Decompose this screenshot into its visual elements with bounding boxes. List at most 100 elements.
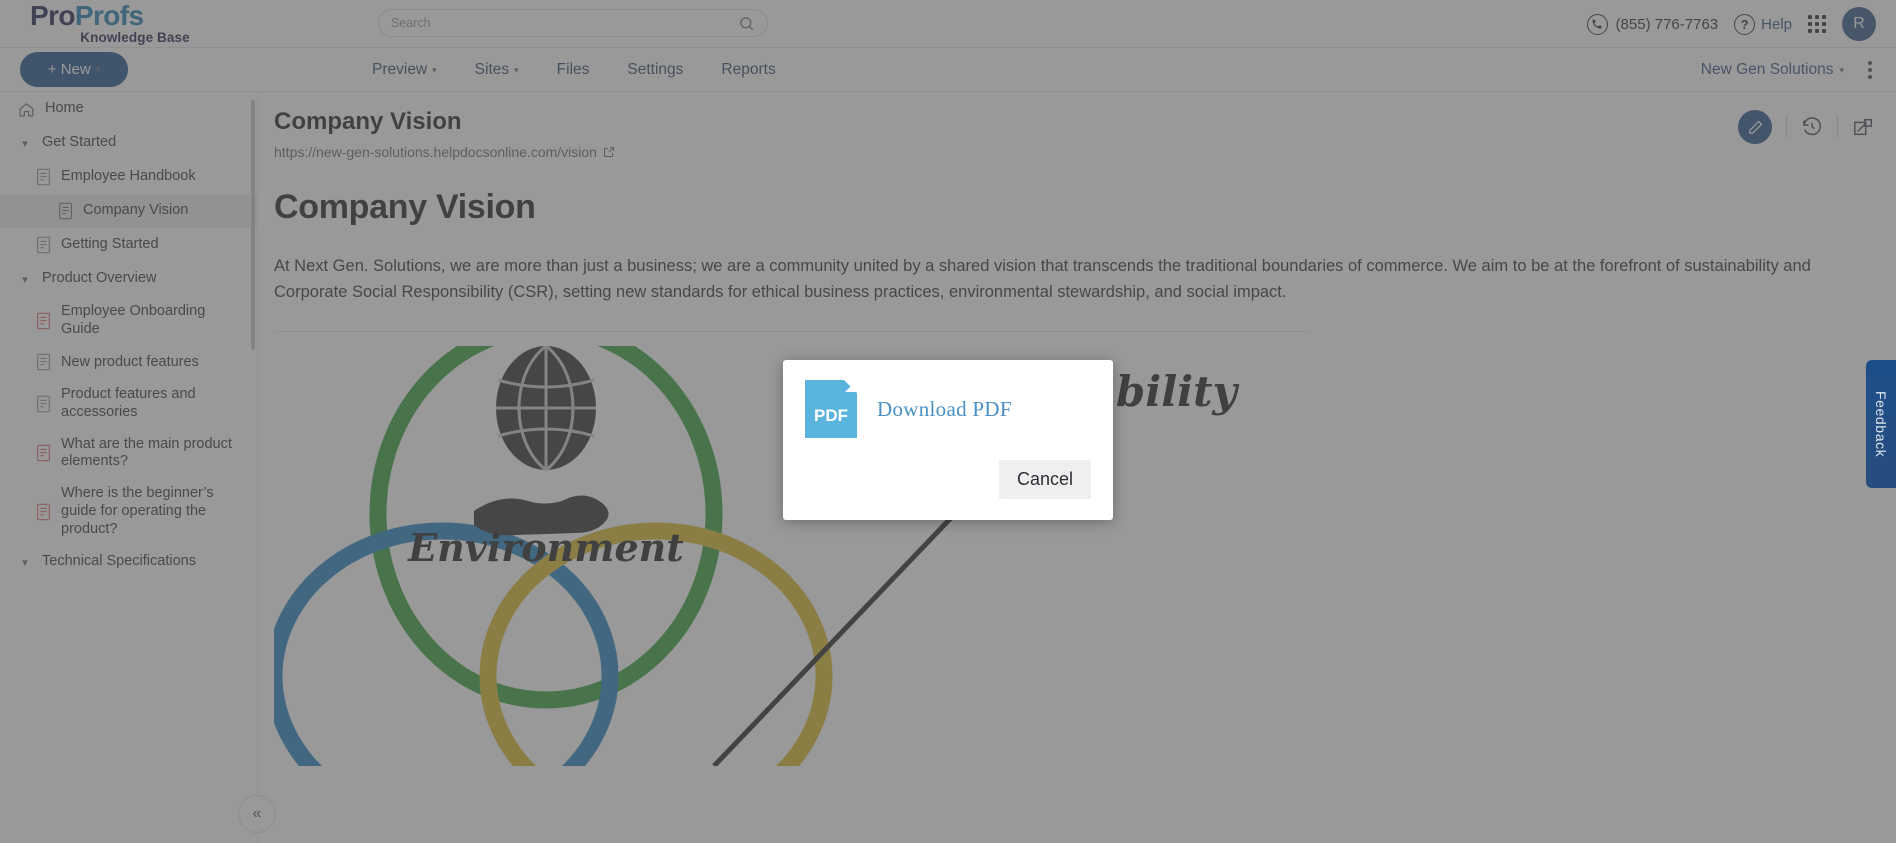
sidebar-item-what-are-the-main-product-elements[interactable]: What are the main product elements? (0, 429, 257, 478)
expand-view-button[interactable] (1852, 116, 1874, 138)
help-link[interactable]: ? Help (1734, 13, 1792, 35)
sidebar-item-get-started[interactable]: ▾ Get Started (0, 126, 257, 160)
nav-item-label: Reports (721, 61, 776, 78)
feedback-label: Feedback (1873, 390, 1889, 458)
apps-grid-icon[interactable] (1808, 15, 1826, 33)
download-pdf-link[interactable]: Download PDF (877, 397, 1012, 422)
site-selector-label: New Gen Solutions (1700, 61, 1834, 78)
sidebar-item-label: Employee Handbook (61, 168, 196, 185)
sidebar-item-employee-onboarding-guide[interactable]: Employee Onboarding Guide (0, 296, 257, 345)
environment-label: Environment (407, 525, 684, 570)
divider (274, 331, 1309, 333)
article-paragraph: At Next Gen. Solutions, we are more than… (274, 257, 1811, 302)
chevron-down-icon: ▾ (514, 64, 519, 75)
sidebar-item-employee-handbook[interactable]: Employee Handbook (0, 160, 257, 194)
doc-icon (36, 168, 51, 186)
phone-icon (1586, 13, 1608, 35)
doc-icon (36, 503, 51, 521)
sidebar-item-label: Company Vision (83, 202, 189, 219)
phone-glyph (1592, 19, 1602, 29)
navigation-bar: + New ▾ Preview ▾ Sites ▾ Files Settings (0, 48, 1896, 92)
sidebar-item-technical-specifications[interactable]: ▾ Technical Specifications (0, 545, 257, 579)
logo-word-pro: Pro (30, 0, 75, 32)
sidebar-item-getting-started[interactable]: Getting Started (0, 228, 257, 262)
open-in-new-icon (1854, 118, 1872, 136)
nav-item-label: Settings (627, 61, 684, 78)
nav-item-label: Files (556, 61, 590, 78)
cancel-button[interactable]: Cancel (998, 460, 1091, 499)
caret-down-icon: ▾ (22, 137, 28, 150)
doc-icon (36, 236, 51, 254)
divider (1837, 116, 1838, 138)
app-root: ProProfs Knowledge Base (855) 776 (0, 0, 1896, 843)
chevron-down-icon: ▾ (1839, 64, 1844, 75)
doc-icon (36, 353, 51, 371)
logo-wordmark: ProProfs (30, 2, 300, 30)
doc-icon (36, 312, 51, 330)
sidebar-item-where-is-the-beginners-guide[interactable]: Where is the beginner’s guide for operat… (0, 478, 257, 545)
chevron-down-icon: ▾ (95, 64, 101, 74)
logo-subtitle: Knowledge Base (80, 30, 190, 46)
help-icon: ? (1734, 13, 1756, 35)
nav-item-preview[interactable]: Preview ▾ (372, 61, 437, 79)
divider (1786, 116, 1787, 138)
phone-number: (855) 776-7763 (1615, 15, 1719, 33)
sidebar-item-home[interactable]: Home (0, 92, 257, 126)
doc-icon (36, 395, 51, 413)
sidebar-item-label: Home (45, 100, 84, 117)
top-bar-right-actions: (855) 776-7763 ? Help R (1586, 0, 1876, 48)
nav-item-sites[interactable]: Sites ▾ (475, 61, 519, 79)
dialog-footer: Cancel (805, 460, 1091, 499)
sidebar-item-label: Getting Started (61, 236, 159, 253)
sidebar-item-label: Technical Specifications (42, 553, 196, 570)
sidebar-collapse-button[interactable]: « (238, 795, 276, 833)
history-clock-icon (1803, 117, 1822, 136)
feedback-tab[interactable]: Feedback (1866, 360, 1896, 488)
site-selector[interactable]: New Gen Solutions ▾ (1701, 61, 1844, 79)
sidebar-item-label: Product Overview (42, 270, 157, 287)
doc-icon (36, 444, 51, 462)
new-button-label: + New (47, 61, 91, 78)
avatar[interactable]: R (1842, 7, 1876, 41)
revision-history-button[interactable] (1801, 116, 1823, 138)
pencil-icon (1748, 120, 1762, 134)
search-input[interactable] (391, 16, 738, 30)
document-actions (1738, 110, 1874, 144)
document-url[interactable]: https://new-gen-solutions.helpdocsonline… (274, 144, 1866, 160)
pdf-icon-corner (844, 380, 857, 393)
sidebar-item-product-features-and-accessories[interactable]: Product features and accessories (0, 379, 257, 428)
nav-item-files[interactable]: Files (557, 61, 590, 79)
help-label: Help (1761, 15, 1792, 33)
pdf-file-icon[interactable]: PDF (805, 380, 857, 438)
dialog-body: PDF Download PDF (805, 380, 1091, 438)
sidebar-item-new-product-features[interactable]: New product features (0, 345, 257, 379)
sidebar-item-product-overview[interactable]: ▾ Product Overview (0, 262, 257, 296)
sidebar-item-label: Get Started (42, 134, 117, 151)
sidebar-item-label: Employee Onboarding Guide (61, 303, 206, 337)
chevron-down-icon: ▾ (432, 64, 437, 75)
edit-button[interactable] (1738, 110, 1772, 144)
sidebar-item-label: New product features (61, 353, 199, 370)
external-link-icon (603, 147, 614, 157)
search-box[interactable] (378, 9, 768, 37)
sidebar-item-label: Where is the beginner’s guide for operat… (61, 485, 214, 537)
article-heading: Company Vision (274, 188, 536, 226)
page-title: Company Vision (274, 108, 462, 135)
sidebar-item-label: What are the main product elements? (61, 435, 232, 470)
sidebar-item-label: Product features and accessories (61, 386, 196, 421)
more-options-icon[interactable] (1864, 57, 1876, 83)
phone-contact[interactable]: (855) 776-7763 (1586, 13, 1719, 35)
pdf-icon-label: PDF (814, 406, 848, 425)
app-logo[interactable]: ProProfs Knowledge Base (0, 2, 300, 45)
search-icon (740, 16, 754, 30)
new-button[interactable]: + New ▾ (20, 52, 128, 87)
nav-item-settings[interactable]: Settings (627, 61, 683, 79)
document-header: Company Vision https://new-gen-solutions… (258, 92, 1896, 160)
nav-item-label: Preview (372, 61, 428, 78)
doc-icon (58, 202, 73, 220)
sidebar-item-company-vision[interactable]: Company Vision (0, 194, 257, 228)
nav-items: Preview ▾ Sites ▾ Files Settings Reports (372, 48, 776, 92)
nav-item-reports[interactable]: Reports (721, 61, 775, 79)
sidebar-scrollbar[interactable] (251, 100, 255, 350)
sidebar: Home ▾ Get Started Employee Handbook Com… (0, 92, 258, 843)
